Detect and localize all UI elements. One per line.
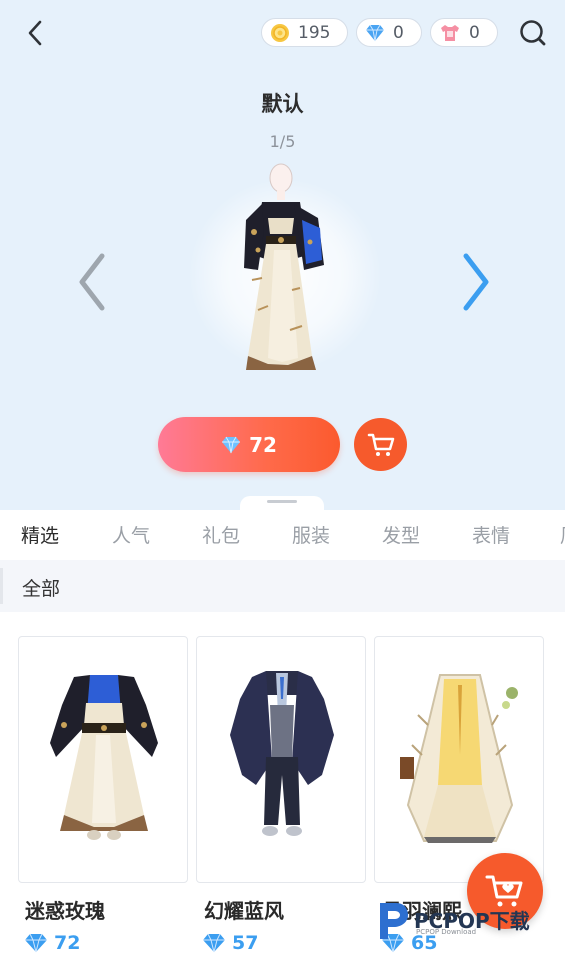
- watermark-logo-icon: [380, 903, 408, 939]
- diamond-icon: [366, 24, 384, 41]
- outfit-shop-screen: 195 0 0 默认 1/5 72 精选 人气 礼包 服装 发型 表情 全部 迷…: [0, 0, 565, 966]
- chevron-left-icon: [28, 20, 42, 46]
- tab-gift-pack[interactable]: 礼包: [202, 521, 240, 548]
- outfit-image: [400, 674, 518, 843]
- outfit-title: 默认: [261, 92, 304, 116]
- ticket-value: 0: [469, 22, 480, 43]
- gold-coin-icon: [271, 23, 289, 42]
- outfit-preview-area: 195 0 0 默认 1/5 72: [0, 0, 565, 510]
- item-card[interactable]: [374, 636, 544, 883]
- panel-drag-handle[interactable]: [240, 496, 324, 510]
- next-outfit-arrow-icon[interactable]: [458, 250, 494, 314]
- previous-outfit-arrow-icon[interactable]: [74, 250, 110, 314]
- item-card[interactable]: [196, 636, 366, 883]
- search-button[interactable]: [515, 15, 551, 51]
- tab-expression[interactable]: 表情: [472, 521, 510, 548]
- filter-divider: [0, 568, 3, 604]
- outfit-image: [50, 675, 158, 840]
- item-price: 57: [202, 932, 258, 954]
- category-tabs: 精选 人气 礼包 服装 发型 表情 周: [0, 510, 565, 558]
- filter-all[interactable]: 全部: [22, 574, 60, 601]
- character-figure-image: [244, 163, 324, 370]
- item-name: 幻耀蓝风: [204, 899, 284, 923]
- tab-hairstyle[interactable]: 发型: [382, 521, 420, 548]
- watermark-subtext: PCPOP Download: [416, 928, 477, 936]
- item-price: 72: [24, 932, 80, 954]
- buy-outfit-button[interactable]: 72: [158, 417, 340, 472]
- item-card[interactable]: [18, 636, 188, 883]
- item-price-value: 72: [54, 932, 81, 954]
- diamond-icon: [25, 933, 47, 953]
- diamond-value: 0: [393, 22, 404, 43]
- diamond-icon: [222, 436, 241, 453]
- drag-handle-bar: [267, 500, 297, 503]
- ticket-shirt-icon: [441, 24, 459, 41]
- add-to-cart-button[interactable]: [354, 418, 407, 471]
- outfit-ticket-balance[interactable]: 0: [430, 18, 498, 47]
- shopping-cart-icon: [367, 433, 394, 456]
- tab-clothing[interactable]: 服装: [292, 521, 330, 548]
- item-price-value: 57: [232, 932, 259, 954]
- buy-price: 72: [249, 432, 277, 457]
- outfit-image: [230, 671, 334, 836]
- search-icon: [520, 20, 546, 46]
- gold-coin-value: 195: [298, 22, 331, 43]
- diamond-balance[interactable]: 0: [356, 18, 422, 47]
- tab-featured[interactable]: 精选: [21, 521, 59, 548]
- item-name: 迷惑玫瑰: [25, 899, 105, 923]
- watermark: PCPOP下载 PCPOP Download: [376, 897, 556, 945]
- tab-partial[interactable]: 周: [560, 521, 565, 548]
- page-indicator: 1/5: [269, 132, 296, 151]
- filter-bar: 全部: [0, 560, 565, 612]
- tab-popular[interactable]: 人气: [112, 521, 150, 548]
- diamond-icon: [203, 933, 225, 953]
- back-button[interactable]: [18, 16, 52, 50]
- gold-coin-balance[interactable]: 195: [261, 18, 348, 47]
